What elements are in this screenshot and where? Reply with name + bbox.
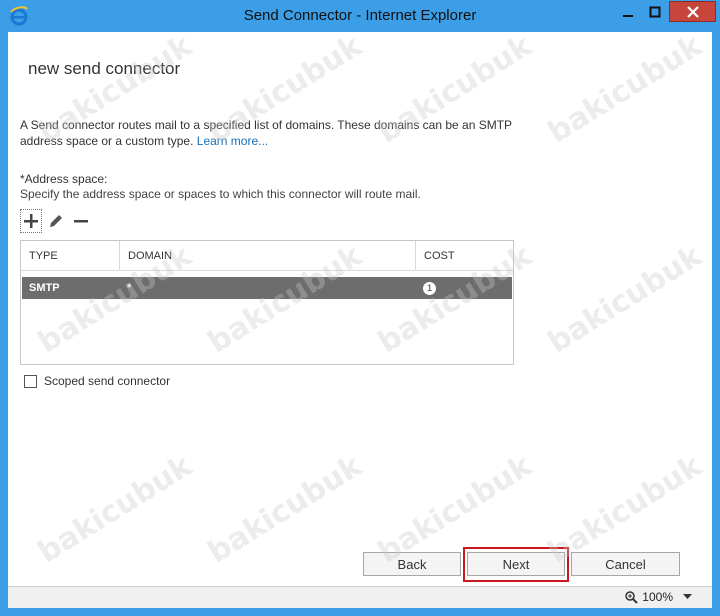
watermark: bakicubuk bbox=[541, 28, 708, 151]
column-header-domain[interactable]: DOMAIN bbox=[120, 241, 416, 270]
dialog-content: new send connector A Send connector rout… bbox=[8, 28, 712, 586]
zoom-icon bbox=[625, 590, 639, 604]
window-title: Send Connector - Internet Explorer bbox=[243, 7, 477, 24]
maximize-button[interactable] bbox=[642, 1, 668, 22]
close-icon bbox=[686, 5, 699, 18]
watermark: bakicubuk bbox=[201, 448, 368, 571]
browser-window: Send Connector - Internet Explorer new s… bbox=[0, 0, 720, 616]
page-title: new send connector bbox=[28, 59, 181, 78]
next-button[interactable]: Next bbox=[467, 552, 565, 576]
scoped-checkbox[interactable] bbox=[24, 374, 37, 388]
address-space-toolbar bbox=[20, 206, 95, 236]
maximize-icon bbox=[649, 6, 661, 17]
address-space-table: TYPE DOMAIN COST SMTP * 1 bbox=[20, 240, 514, 365]
close-button[interactable] bbox=[669, 1, 716, 22]
address-space-label: *Address space: bbox=[20, 172, 108, 186]
add-button[interactable] bbox=[20, 209, 42, 233]
learn-more-link[interactable]: Learn more... bbox=[197, 134, 268, 148]
cell-cost: 1 bbox=[416, 281, 512, 295]
minimize-button[interactable] bbox=[615, 1, 641, 22]
back-button[interactable]: Back bbox=[363, 552, 461, 576]
minus-icon bbox=[74, 220, 88, 223]
minimize-icon bbox=[623, 14, 633, 17]
description: A Send connector routes mail to a specif… bbox=[20, 117, 530, 149]
column-header-cost[interactable]: COST bbox=[416, 241, 513, 270]
cell-domain: * bbox=[127, 282, 132, 294]
scoped-option[interactable]: Scoped send connector bbox=[24, 374, 170, 388]
scoped-label: Scoped send connector bbox=[44, 374, 171, 388]
zoom-level: 100% bbox=[642, 590, 673, 604]
table-header: TYPE DOMAIN COST bbox=[21, 241, 513, 271]
remove-button[interactable] bbox=[70, 209, 92, 233]
chevron-down-icon[interactable] bbox=[683, 594, 692, 600]
address-space-hint: Specify the address space or spaces to w… bbox=[20, 187, 421, 201]
title-bar[interactable]: Send Connector - Internet Explorer bbox=[0, 0, 720, 32]
column-header-type[interactable]: TYPE bbox=[21, 241, 120, 270]
cancel-button[interactable]: Cancel bbox=[571, 552, 680, 576]
table-row[interactable]: SMTP * 1 bbox=[22, 277, 512, 299]
plus-icon bbox=[24, 214, 38, 228]
cell-type: SMTP bbox=[29, 282, 60, 294]
watermark: bakicubuk bbox=[541, 238, 708, 361]
zoom-control[interactable]: 100% bbox=[625, 590, 692, 604]
status-bar: 100% bbox=[8, 586, 712, 608]
edit-button[interactable] bbox=[45, 209, 67, 233]
watermark: bakicubuk bbox=[31, 448, 198, 571]
pencil-icon bbox=[50, 215, 62, 227]
cost-badge: 1 bbox=[423, 281, 436, 295]
